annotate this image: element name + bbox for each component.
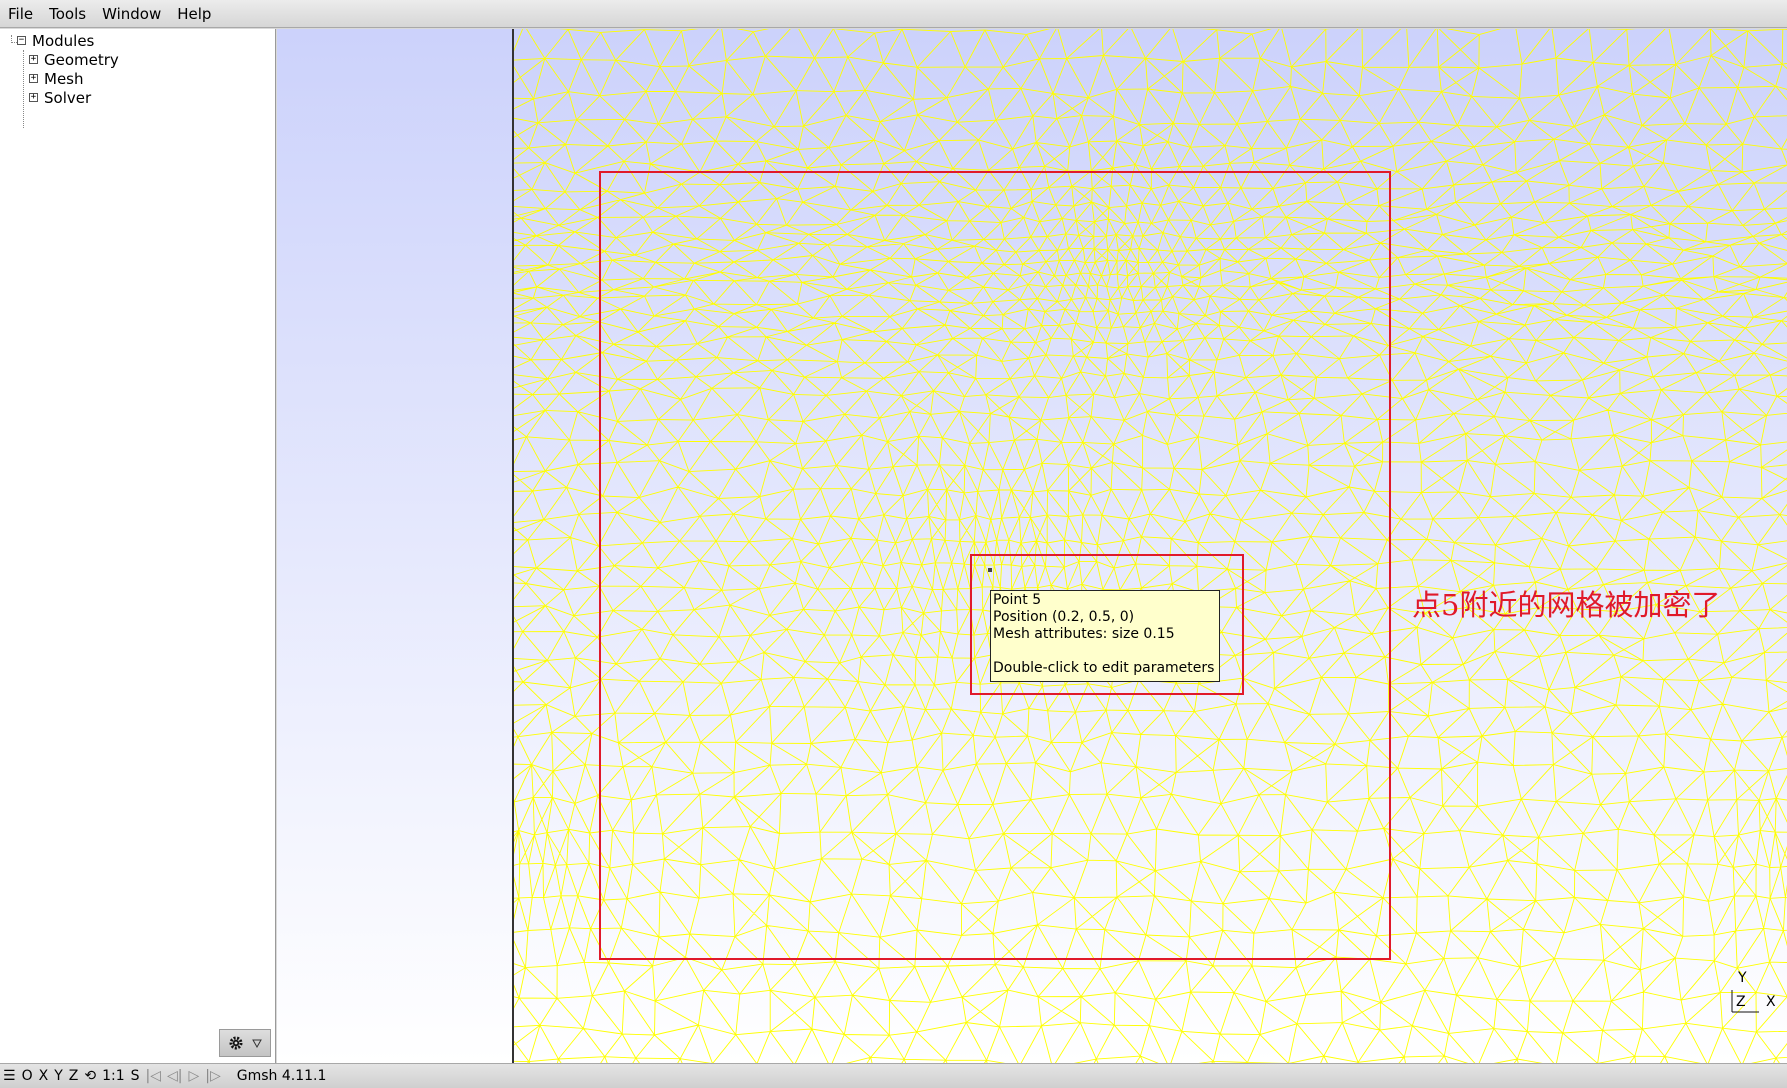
menu-tools[interactable]: Tools <box>41 0 94 28</box>
tree-label: Modules <box>32 31 95 50</box>
origin-button[interactable]: O <box>19 1068 36 1084</box>
expand-icon[interactable]: + <box>29 74 38 83</box>
play-back-icon[interactable]: ◁| <box>164 1068 185 1084</box>
tooltip-line: Point 5 <box>993 592 1042 608</box>
axes-indicator: Y Z X <box>1721 970 1781 1032</box>
menu-file[interactable]: File <box>0 0 41 28</box>
tree-label: Solver <box>44 88 92 107</box>
tooltip-line: Position (0.2, 0.5, 0) <box>993 609 1135 625</box>
status-bar: ☰ O X Y Z ⟲ 1:1 S |◁ ◁| ▷ |▷ Gmsh 4.11.1 <box>0 1063 1787 1088</box>
dropdown-arrow-icon <box>252 1039 262 1048</box>
rotate-icon[interactable]: ⟲ <box>81 1068 99 1084</box>
menu-window[interactable]: Window <box>94 0 169 28</box>
snap-button[interactable]: S <box>128 1068 143 1084</box>
menu-help[interactable]: Help <box>169 0 219 28</box>
tree-item-solver[interactable]: + Solver <box>29 88 91 107</box>
view-y-button[interactable]: Y <box>51 1068 66 1084</box>
tree-label: Geometry <box>44 50 119 69</box>
tooltip-line <box>993 643 1217 660</box>
tree-connector <box>23 50 24 128</box>
tooltip-line: Mesh attributes: size 0.15 <box>993 626 1175 642</box>
tree-item-modules[interactable]: − Modules <box>17 31 94 50</box>
view-z-button[interactable]: Z <box>66 1068 82 1084</box>
tooltip-line: Double-click to edit parameters <box>993 660 1215 676</box>
point-tooltip: Point 5 Position (0.2, 0.5, 0) Mesh attr… <box>990 590 1220 682</box>
graphics-background-strip <box>277 29 512 1063</box>
first-step-icon[interactable]: |◁ <box>143 1068 164 1084</box>
menu-lines-icon[interactable]: ☰ <box>0 1068 19 1084</box>
menu-bar: File Tools Window Help <box>0 0 1787 28</box>
gear-icon <box>229 1036 243 1050</box>
expand-icon[interactable]: + <box>29 93 38 102</box>
axes-lines <box>1731 990 1759 1013</box>
collapse-icon[interactable]: − <box>17 36 26 45</box>
graphics-viewport[interactable]: Point 5 Position (0.2, 0.5, 0) Mesh attr… <box>512 29 1787 1063</box>
play-icon[interactable]: ▷ <box>185 1068 202 1084</box>
module-tree: − Modules + Geometry + Mesh + Solver <box>0 29 276 1063</box>
scale-button[interactable]: 1:1 <box>99 1068 128 1084</box>
tree-item-geometry[interactable]: + Geometry <box>29 50 119 69</box>
last-step-icon[interactable]: |▷ <box>202 1068 223 1084</box>
options-button[interactable] <box>219 1029 271 1057</box>
point-5-marker[interactable] <box>988 568 992 572</box>
annotation-text: 点5附近的网格被加密了 <box>1412 588 1721 622</box>
status-message: Gmsh 4.11.1 <box>236 1068 327 1084</box>
tree-label: Mesh <box>44 69 84 88</box>
tree-item-mesh[interactable]: + Mesh <box>29 69 84 88</box>
expand-icon[interactable]: + <box>29 55 38 64</box>
view-x-button[interactable]: X <box>36 1068 52 1084</box>
